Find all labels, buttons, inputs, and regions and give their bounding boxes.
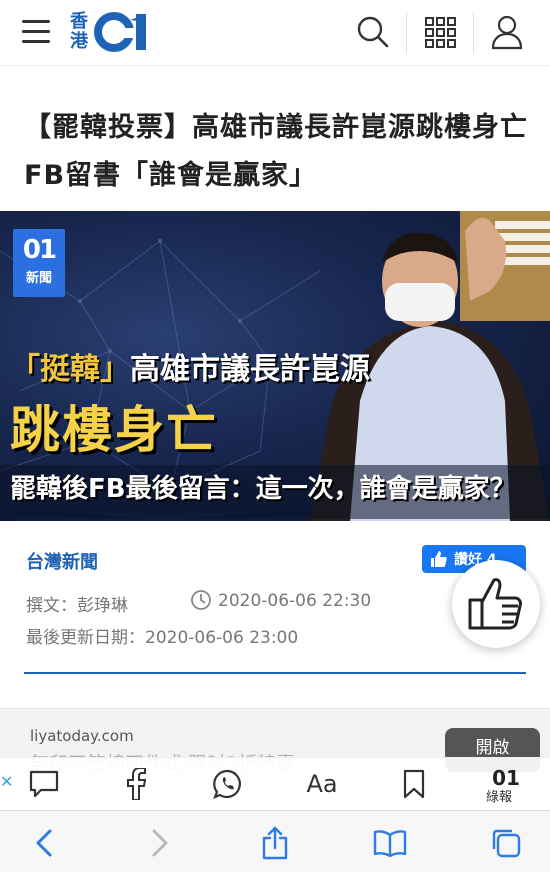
article-title: 【罷韓投票】高雄市議長許崑源跳樓身亡 FB留書「誰會是贏家」	[24, 112, 550, 191]
header-divider	[406, 12, 407, 54]
clock-icon	[190, 589, 212, 616]
thumbs-up-icon	[431, 551, 447, 567]
author-name: 撰文：彭琤琳	[26, 596, 128, 616]
author-row: 撰文：彭琤琳 2020-06-06 22:30	[26, 590, 371, 616]
back-icon[interactable]	[24, 825, 64, 861]
publish-date: 2020-06-06 22:30	[218, 591, 372, 611]
hero-logo-text: 新聞	[25, 271, 52, 286]
share-icon[interactable]	[255, 825, 295, 861]
floating-like-button[interactable]	[452, 560, 540, 648]
browser-toolbar	[0, 810, 550, 872]
header-divider	[473, 12, 474, 54]
updated-date: 最後更新日期：2020-06-06 23:00	[26, 628, 299, 648]
user-account-icon[interactable]	[490, 14, 524, 50]
meta-divider	[24, 672, 526, 674]
comment-icon[interactable]	[26, 766, 62, 802]
bookmark-icon[interactable]	[396, 766, 432, 802]
category-link[interactable]: 台灣新聞	[26, 548, 98, 574]
feed-label[interactable]: 綠報	[486, 786, 512, 805]
site-logo[interactable]: 香 港	[70, 8, 154, 56]
thumbs-up-icon	[468, 578, 522, 630]
whatsapp-icon[interactable]	[210, 766, 246, 802]
ad-domain: liyatoday.com	[30, 727, 134, 745]
hero-logo-mark: 01	[22, 235, 57, 265]
advertisement-banner[interactable]: liyatoday.com 無印天竺棉四件式 限时3折特賣 開啟	[0, 708, 550, 775]
logo-char-top: 香	[70, 11, 88, 32]
ad-close-icon[interactable]: ✕	[0, 772, 13, 791]
hero-headline-line2: 跳樓身亡	[10, 401, 218, 459]
logo-mark-icon	[94, 12, 146, 52]
apps-grid-icon[interactable]	[424, 16, 458, 50]
site-header: 香 港	[0, 0, 550, 66]
share-bar: Aa 01	[0, 757, 550, 809]
menu-icon[interactable]	[22, 20, 50, 44]
hero-line1-text: 高雄市議長許崑源	[130, 352, 370, 387]
hero-headline-line3: 罷韓後FB最後留言：這一次，誰會是贏家？	[0, 465, 550, 519]
facebook-icon[interactable]	[118, 766, 154, 802]
forward-icon[interactable]	[140, 825, 180, 861]
hero-headline-line1: 「挺韓」高雄市議長許崑源	[10, 344, 370, 388]
hero-quote: 「挺韓」	[10, 352, 130, 387]
logo-char-bottom: 港	[70, 31, 88, 52]
hero-news-logo: 01 新聞	[13, 229, 65, 297]
tabs-icon[interactable]	[486, 825, 526, 861]
bookmarks-book-icon[interactable]	[370, 825, 410, 861]
search-icon[interactable]	[356, 15, 390, 49]
font-size-button[interactable]: Aa	[304, 766, 340, 802]
